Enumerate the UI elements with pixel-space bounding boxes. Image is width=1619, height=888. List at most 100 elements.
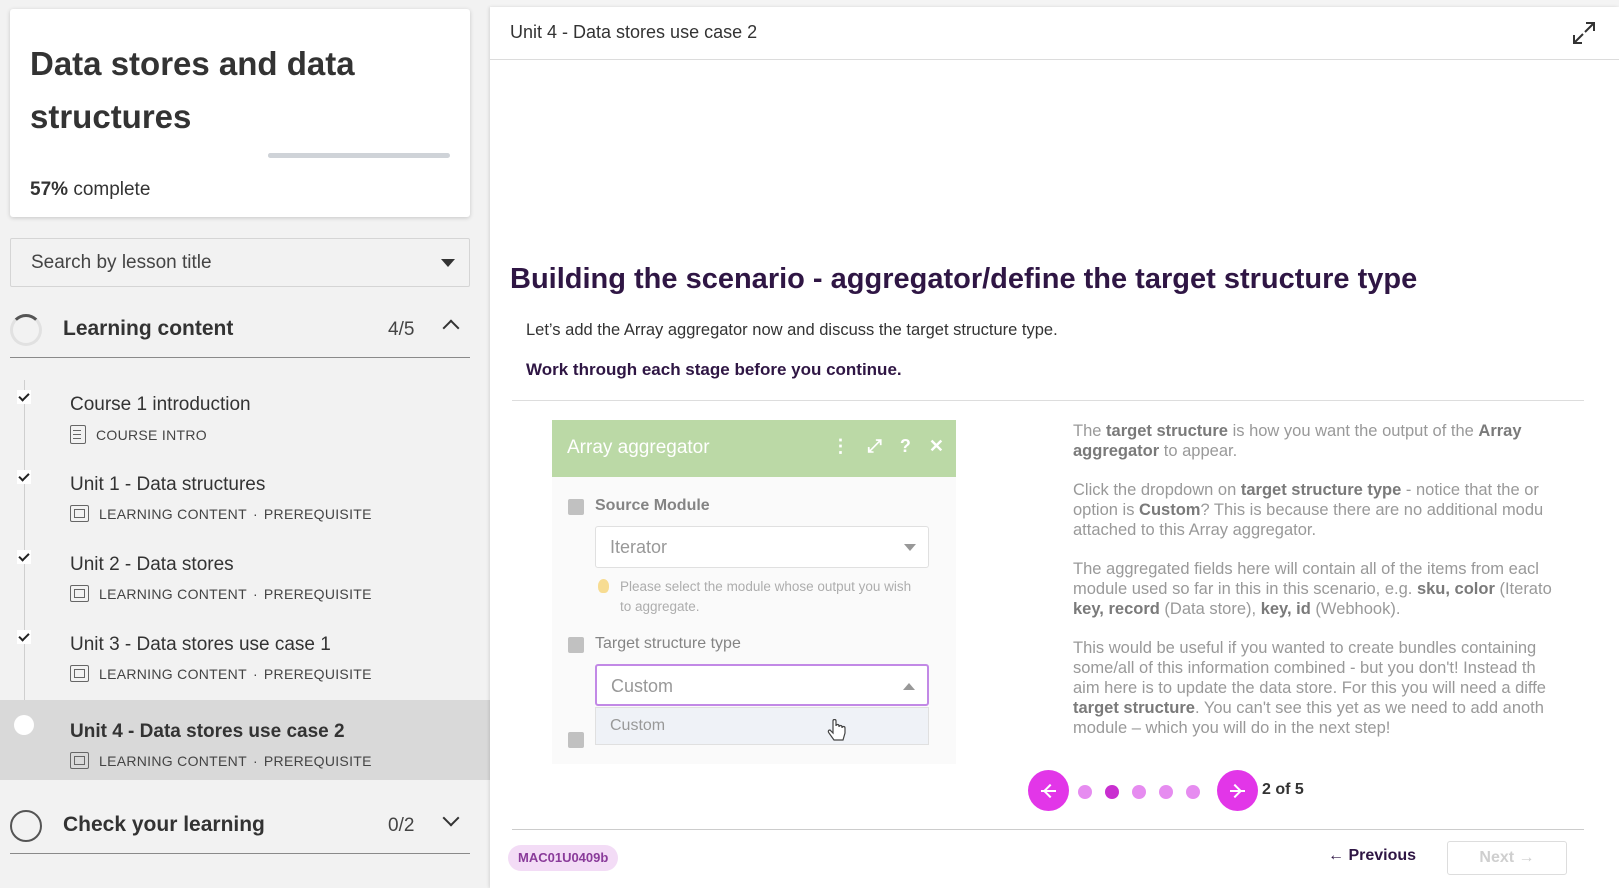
close-icon: ✕ — [928, 436, 944, 456]
lesson-meta: LEARNING CONTENT · PREREQUISITE — [70, 585, 372, 602]
source-module-label: Source Module — [595, 497, 710, 514]
lesson-list: Course 1 introduction COURSE INTRO Unit … — [0, 380, 490, 780]
carousel-dot[interactable] — [1105, 785, 1119, 799]
lesson-search-select[interactable]: Search by lesson title — [10, 238, 470, 287]
section-learning-content[interactable]: Learning content 4/5 — [10, 300, 470, 358]
previous-button[interactable]: ← Previous — [1328, 847, 1416, 865]
target-structure-label: Target structure type — [595, 635, 741, 652]
carousel-position: 2 of 5 — [1262, 781, 1304, 798]
progress-text: 57% complete — [30, 179, 150, 201]
lightbulb-icon — [598, 579, 609, 593]
slides-icon — [70, 505, 89, 522]
lesson-name: Unit 4 - Data stores use case 2 — [70, 721, 345, 742]
lesson-meta: COURSE INTRO — [70, 425, 207, 444]
next-label: Next — [1479, 849, 1515, 866]
module-header-icons: ⋮ ⤢ ? ✕ — [832, 436, 945, 457]
progress-ring-icon — [10, 810, 42, 842]
section-title: Check your learning — [63, 813, 265, 836]
progress-suffix: complete — [73, 179, 151, 200]
dropdown-option: Custom — [595, 707, 929, 745]
explanation-paragraph: This would be useful if you wanted to cr… — [1073, 639, 1546, 737]
carousel-prev-button[interactable] — [1028, 770, 1069, 811]
slides-icon — [70, 665, 89, 682]
chevron-down-icon[interactable] — [442, 809, 460, 827]
slides-icon — [70, 585, 89, 602]
lesson-type: LEARNING CONTENT — [99, 585, 247, 602]
module-title: Array aggregator — [567, 437, 710, 458]
module-header: Array aggregator ⋮ ⤢ ? ✕ — [552, 420, 956, 477]
section-count: 0/2 — [388, 815, 415, 836]
divider — [512, 400, 1584, 401]
meta-separator: · — [252, 585, 258, 602]
chevron-up-icon[interactable] — [442, 319, 460, 337]
app: Data stores and data structures 57% comp… — [0, 0, 1619, 888]
course-title: Data stores and data structures — [30, 45, 355, 135]
caret-down-icon — [904, 544, 916, 551]
carousel-dot[interactable] — [1132, 785, 1146, 799]
target-structure-value: Custom — [611, 676, 674, 696]
section-count: 4/5 — [388, 319, 415, 340]
lesson-code-badge: MAC01U0409b — [508, 845, 619, 871]
meta-separator: · — [252, 505, 258, 522]
hand-cursor-icon — [827, 719, 846, 741]
lesson-type: LEARNING CONTENT — [99, 665, 247, 682]
lesson-item[interactable]: Unit 1 - Data structures LEARNING CONTEN… — [0, 460, 490, 540]
slide-intro: Let’s add the Array aggregator now and d… — [526, 321, 1058, 339]
lesson-item[interactable]: Unit 2 - Data stores LEARNING CONTENT · … — [0, 540, 490, 620]
explanation-paragraph: Click the dropdown on target structure t… — [1073, 481, 1544, 539]
checkmark-icon — [17, 630, 31, 644]
explanation-paragraph: The target structure is how you want the… — [1073, 422, 1522, 460]
lesson-item[interactable]: Unit 3 - Data stores use case 1 LEARNING… — [0, 620, 490, 700]
lesson-tag: PREREQUISITE — [263, 585, 372, 602]
progress-ring-icon — [10, 314, 42, 346]
progress-bar-fill — [268, 153, 372, 158]
section-check-your-learning[interactable]: Check your learning 0/2 — [10, 796, 470, 854]
slide-heading: Building the scenario - aggregator/defin… — [510, 263, 1418, 295]
lesson-meta: LEARNING CONTENT · PREREQUISITE — [70, 752, 372, 769]
carousel-dot[interactable] — [1186, 785, 1200, 799]
lesson-meta: LEARNING CONTENT · PREREQUISITE — [70, 505, 372, 522]
more-vertical-icon: ⋮ — [831, 436, 850, 456]
checkmark-icon — [17, 390, 31, 404]
dropdown-option-label: Custom — [610, 717, 666, 734]
checkmark-icon — [17, 470, 31, 484]
checkbox-icon — [568, 732, 584, 748]
module-screenshot: Array aggregator ⋮ ⤢ ? ✕ Source Module I… — [552, 420, 956, 764]
unit-title: Unit 4 - Data stores use case 2 — [510, 22, 758, 42]
lesson-item[interactable]: Course 1 introduction COURSE INTRO — [0, 380, 490, 460]
lesson-type: LEARNING CONTENT — [99, 505, 247, 522]
source-module-hint: Please select the module whose output yo… — [620, 579, 912, 614]
document-icon — [70, 425, 86, 444]
arrow-left-icon: ← — [1328, 847, 1349, 864]
progress-percent: 57% — [30, 179, 69, 200]
fullscreen-icon[interactable] — [1571, 20, 1597, 46]
carousel-dot[interactable] — [1159, 785, 1173, 799]
slide-instruction: Work through each stage before you conti… — [526, 360, 902, 379]
carousel-dot[interactable] — [1078, 785, 1092, 799]
explanation-text: The target structure is how you want the… — [1073, 421, 1619, 751]
checkmark-icon — [17, 550, 31, 564]
lesson-name: Course 1 introduction — [70, 394, 251, 415]
lesson-name: Unit 1 - Data structures — [70, 474, 266, 495]
fullscreen-icon-svg — [1573, 22, 1595, 44]
lesson-panel: Unit 4 - Data stores use case 2 Building… — [490, 7, 1619, 888]
next-button[interactable]: Next → — [1447, 841, 1567, 875]
sidebar: Data stores and data structures 57% comp… — [0, 0, 490, 888]
lesson-tag: PREREQUISITE — [263, 665, 372, 682]
explanation-paragraph: The aggregated fields here will contain … — [1073, 560, 1552, 618]
checkbox-icon — [568, 637, 584, 653]
progress-bar — [268, 153, 450, 158]
lesson-name: Unit 3 - Data stores use case 1 — [70, 634, 331, 655]
target-structure-select: Custom — [595, 664, 929, 706]
carousel-dots — [1078, 785, 1200, 799]
caret-up-icon — [903, 683, 915, 690]
source-module-select: Iterator — [595, 526, 929, 568]
carousel-next-button[interactable] — [1217, 770, 1258, 811]
checkbox-icon — [568, 499, 584, 515]
lesson-tag: PREREQUISITE — [263, 752, 372, 769]
expand-icon: ⤢ — [867, 436, 882, 456]
help-icon: ? — [899, 436, 911, 456]
arrow-right-icon: → — [1514, 849, 1535, 866]
meta-separator: · — [252, 752, 258, 769]
lesson-item-active[interactable]: Unit 4 - Data stores use case 2 LEARNING… — [0, 700, 490, 780]
